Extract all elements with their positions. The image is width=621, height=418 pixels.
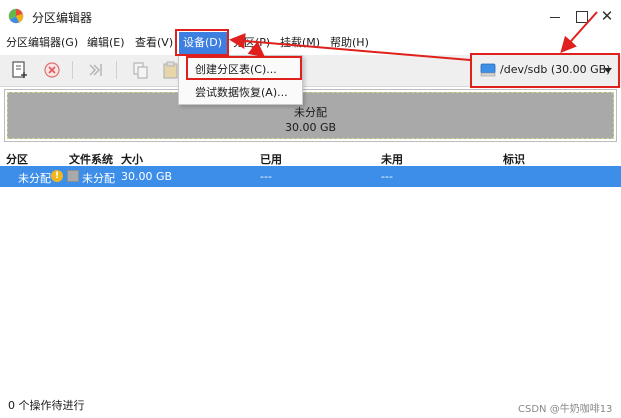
- filesystem-color-swatch: [67, 170, 79, 182]
- new-partition-icon[interactable]: [9, 59, 31, 81]
- menu-partition[interactable]: 分区(P): [229, 32, 274, 54]
- pending-operations-text: 0 个操作待进行: [8, 399, 85, 412]
- column-filesystem[interactable]: 文件系统: [69, 151, 113, 167]
- toolbar-separator: [72, 61, 73, 79]
- menu-view[interactable]: 查看(V): [131, 32, 177, 54]
- unallocated-block[interactable]: 未分配 30.00 GB: [7, 92, 614, 139]
- partition-table-header: 分区 文件系统 大小 已用 未用 标识: [0, 149, 621, 167]
- column-size[interactable]: 大小: [121, 151, 143, 167]
- cell-size: 30.00 GB: [121, 170, 173, 183]
- cell-used: ---: [260, 170, 272, 183]
- column-unused[interactable]: 未用: [381, 151, 403, 167]
- warning-icon: !: [51, 170, 63, 182]
- menu-edit[interactable]: 编辑(E): [83, 32, 129, 54]
- table-row[interactable]: 未分配 ! 未分配 30.00 GB --- ---: [0, 166, 621, 187]
- cell-unused: ---: [381, 170, 393, 183]
- maximize-button[interactable]: [571, 6, 591, 26]
- copy-icon[interactable]: [130, 59, 152, 81]
- column-partition[interactable]: 分区: [6, 151, 28, 167]
- watermark: CSDN @牛奶咖啡13: [518, 404, 613, 415]
- cell-filesystem: 未分配: [82, 172, 115, 185]
- annotation-box-device-selector: [470, 53, 620, 88]
- menu-gparted[interactable]: 分区编辑器(G): [2, 32, 82, 54]
- disk-block-size: 30.00 GB: [284, 121, 337, 134]
- menu-help[interactable]: 帮助(H): [326, 32, 373, 54]
- delete-icon[interactable]: [41, 59, 63, 81]
- annotation-box-device-menu: [175, 29, 229, 56]
- disk-block-label: 未分配: [294, 106, 327, 119]
- close-button[interactable]: ✕: [597, 6, 617, 26]
- disk-map: 未分配 30.00 GB: [4, 89, 617, 142]
- attempt-data-rescue-item[interactable]: 尝试数据恢复(A)...: [179, 82, 302, 104]
- minimize-button[interactable]: [545, 6, 565, 26]
- toolbar-separator: [116, 61, 117, 79]
- window-title: 分区编辑器: [32, 11, 93, 25]
- column-flags[interactable]: 标识: [503, 151, 525, 167]
- column-used[interactable]: 已用: [260, 151, 282, 167]
- menu-bar: 分区编辑器(G) 编辑(E) 查看(V) 设备(D) 分区(P) 挂载(M) 帮…: [0, 32, 621, 54]
- menu-mount[interactable]: 挂载(M): [276, 32, 324, 54]
- annotation-box-create-table: [186, 56, 302, 80]
- gparted-app-icon: [8, 8, 24, 24]
- cell-partition: 未分配: [18, 172, 51, 185]
- resize-move-icon[interactable]: [84, 59, 106, 81]
- title-bar: 分区编辑器 ✕: [0, 0, 621, 32]
